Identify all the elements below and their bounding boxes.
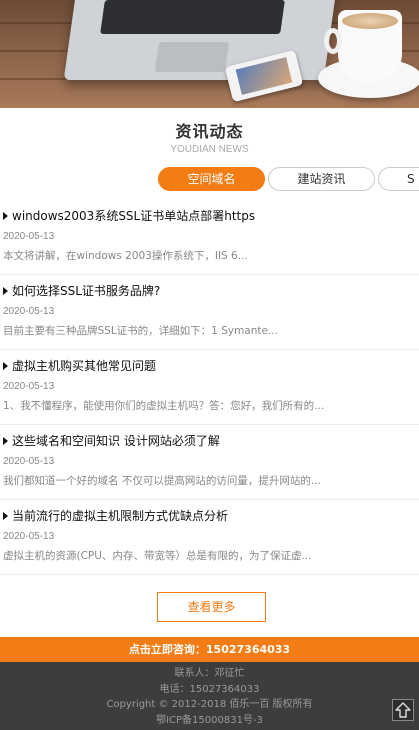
news-item[interactable]: windows2003系统SSL证书单站点部署https 2020-05-13 …	[0, 200, 419, 275]
news-item[interactable]: 虚拟主机购买其他常见问题 2020-05-13 1、我不懂程序，能使用你们的虚拟…	[0, 350, 419, 425]
view-more-button[interactable]: 查看更多	[157, 592, 266, 622]
footer-icp[interactable]: 鄂ICP备15000831号-3	[0, 713, 419, 729]
news-summary: 我们都知道一个好的域名 不仅可以提高网站的访问量，提升网站的...	[3, 475, 321, 487]
triangle-right-icon	[3, 437, 8, 445]
back-to-top-button[interactable]	[392, 699, 414, 721]
section-subtitle: YOUDIAN NEWS	[170, 144, 249, 155]
news-title-text: 这些域名和空间知识 设计网站必须了解	[12, 434, 220, 448]
triangle-right-icon	[3, 512, 8, 520]
news-summary: 虚拟主机的资源(CPU、内存、带宽等）总是有限的，为了保证虚...	[3, 550, 312, 562]
news-title-link[interactable]: 这些域名和空间知识 设计网站必须了解	[3, 432, 419, 450]
news-title-text: windows2003系统SSL证书单站点部署https	[12, 209, 256, 223]
news-date: 2020-05-13	[3, 231, 55, 242]
category-tabs: 空间域名 建站资讯 S	[158, 167, 419, 191]
news-title-text: 虚拟主机购买其他常见问题	[12, 359, 157, 373]
tab-domain-hosting[interactable]: 空间域名	[158, 167, 265, 191]
news-title-link[interactable]: 虚拟主机购买其他常见问题	[3, 357, 419, 375]
news-date: 2020-05-13	[3, 306, 55, 317]
triangle-right-icon	[3, 287, 8, 295]
coffee-cup-illustration	[324, 10, 402, 82]
footer-copyright: Copyright © 2012-2018 佰乐一百 版权所有	[106, 699, 313, 710]
news-list: windows2003系统SSL证书单站点部署https 2020-05-13 …	[0, 200, 419, 575]
news-date: 2020-05-13	[3, 531, 55, 542]
footer-contact: 联系人：邓征忙	[174, 668, 245, 679]
news-title-text: 如何选择SSL证书服务品牌?	[12, 284, 161, 298]
news-title-link[interactable]: windows2003系统SSL证书单站点部署https	[3, 207, 419, 225]
news-summary: 本文将讲解，在windows 2003操作系统下，IIS 6...	[3, 250, 248, 262]
banner-image	[0, 0, 419, 108]
news-title-link[interactable]: 当前流行的虚拟主机限制方式优缺点分析	[3, 507, 419, 525]
news-date: 2020-05-13	[3, 456, 55, 467]
footer-phone: 电话：15027364033	[159, 683, 260, 695]
news-item[interactable]: 当前流行的虚拟主机限制方式优缺点分析 2020-05-13 虚拟主机的资源(CP…	[0, 500, 419, 575]
consult-bar[interactable]: 点击立即咨询：15027364033	[0, 637, 419, 662]
section-title: 资讯动态	[175, 122, 244, 141]
news-item[interactable]: 这些域名和空间知识 设计网站必须了解 2020-05-13 我们都知道一个好的域…	[0, 425, 419, 500]
triangle-right-icon	[3, 362, 8, 370]
news-summary: 目前主要有三种品牌SSL证书的，详细如下：1 Symante...	[3, 325, 278, 337]
tab-site-news[interactable]: 建站资讯	[268, 167, 375, 191]
triangle-right-icon	[3, 212, 8, 220]
news-title-link[interactable]: 如何选择SSL证书服务品牌?	[3, 282, 419, 300]
arrow-up-icon	[395, 702, 411, 718]
news-item[interactable]: 如何选择SSL证书服务品牌? 2020-05-13 目前主要有三种品牌SSL证书…	[0, 275, 419, 350]
footer: 联系人：邓征忙 电话：15027364033 Copyright © 2012-…	[0, 662, 419, 730]
news-summary: 1、我不懂程序，能使用你们的虚拟主机吗？答：您好，我们所有的...	[3, 400, 325, 412]
news-date: 2020-05-13	[3, 381, 55, 392]
news-title-text: 当前流行的虚拟主机限制方式优缺点分析	[12, 509, 229, 523]
tab-more[interactable]: S	[378, 167, 419, 191]
